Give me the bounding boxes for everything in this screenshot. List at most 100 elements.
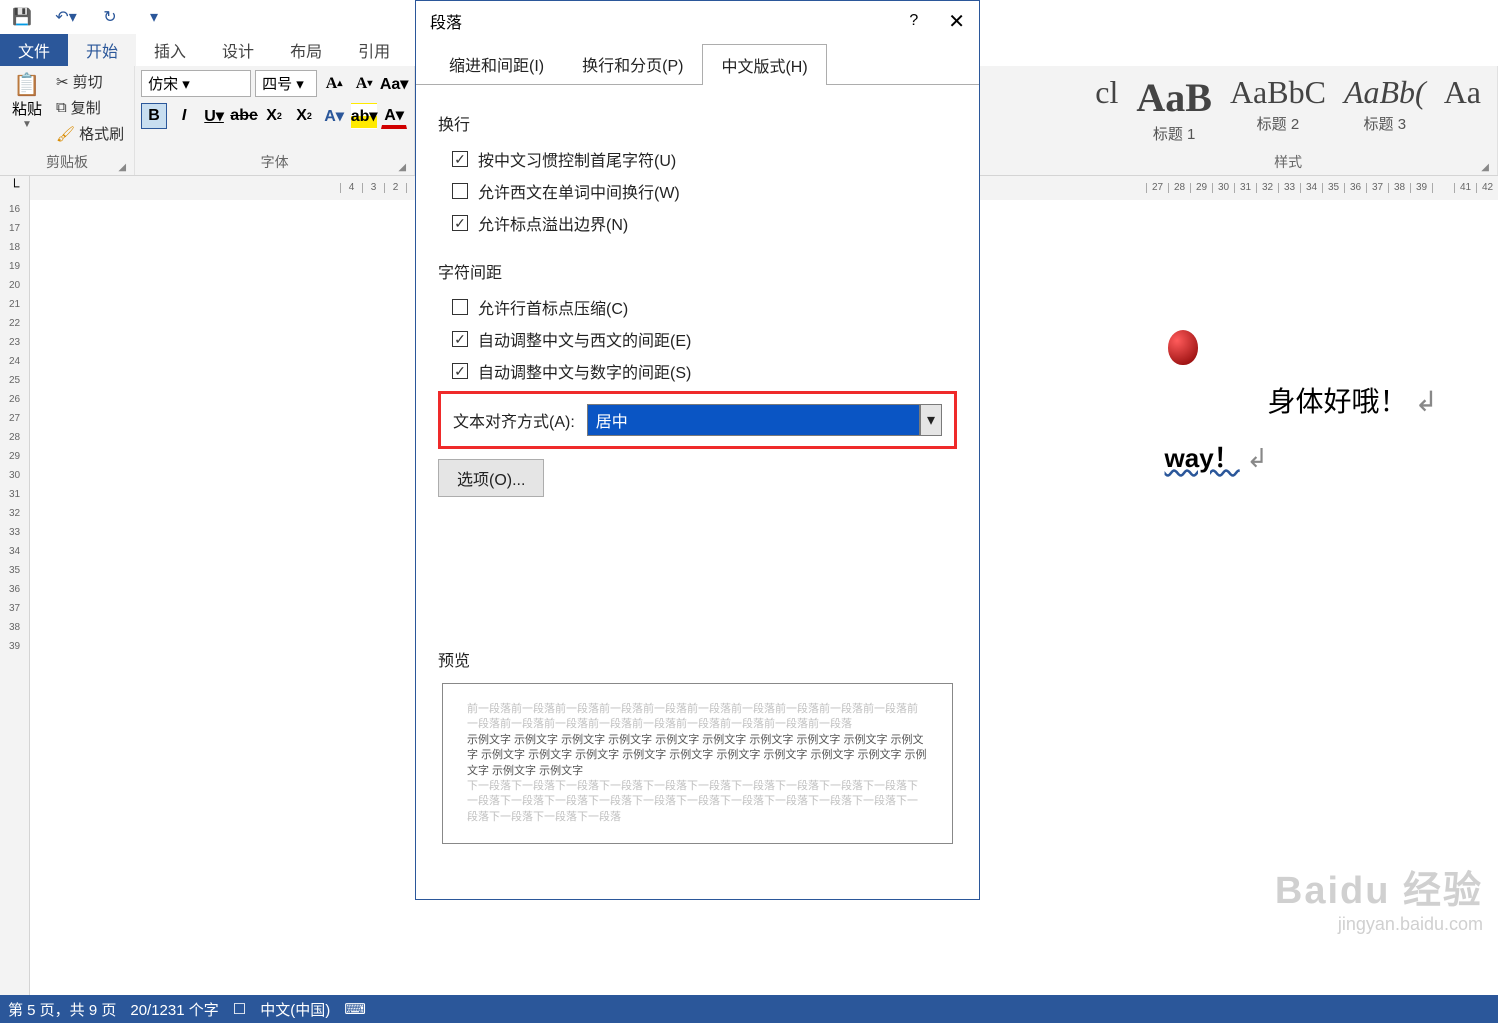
bold-button[interactable]: B [141, 103, 167, 129]
strikethrough-button[interactable]: abe [231, 103, 257, 129]
dialog-launcher-icon[interactable]: ◢ [118, 162, 126, 173]
track-changes-icon[interactable]: ⌨ [344, 1000, 366, 1018]
dialog-titlebar: 段落 ? ✕ [416, 1, 979, 41]
cut-button[interactable]: ✂剪切 [52, 70, 128, 93]
dialog-launcher-icon[interactable]: ◢ [1481, 162, 1489, 173]
close-icon[interactable]: ✕ [948, 9, 965, 34]
clipboard-icon: 📋 [13, 72, 40, 98]
checkbox-label: 自动调整中文与数字的间距(S) [478, 359, 691, 383]
dialog-tabs: 缩进和间距(I) 换行和分页(P) 中文版式(H) [416, 43, 979, 85]
checkbox-icon [452, 183, 468, 199]
checkbox-icon [452, 299, 468, 315]
text-effects-button[interactable]: A▾ [321, 103, 347, 129]
status-language[interactable]: 中文(中国) [260, 999, 330, 1020]
subscript-button[interactable]: X2 [261, 103, 287, 129]
preview-sample: 示例文字 示例文字 示例文字 示例文字 示例文字 示例文字 示例文字 示例文字 … [467, 733, 928, 779]
font-name-select[interactable]: 仿宋 ▾ [141, 70, 251, 97]
dialog-tab-indent[interactable]: 缩进和间距(I) [430, 43, 563, 84]
style-item[interactable]: AaB标题 1 [1136, 74, 1212, 144]
copy-label: 复制 [71, 97, 101, 118]
preview-before: 前一段落前一段落前一段落前一段落前一段落前一段落前一段落前一段落前一段落前一段落… [467, 702, 928, 733]
help-icon[interactable]: ? [909, 12, 918, 30]
highlight-button[interactable]: ab▾ [351, 103, 377, 129]
group-label-styles: 样式◢ [1085, 150, 1491, 175]
status-page[interactable]: 第 5 页，共 9 页 [8, 999, 116, 1020]
text-align-select[interactable]: 居中 ▾ [587, 404, 942, 436]
brush-icon: 🖌 [56, 125, 75, 143]
text-align-label: 文本对齐方式(A): [453, 408, 575, 432]
tab-file[interactable]: 文件 [0, 34, 68, 66]
font-color-button[interactable]: A▾ [381, 103, 407, 129]
checkbox-adjust-cjk-digit[interactable]: ✓ 自动调整中文与数字的间距(S) [452, 359, 957, 383]
shrink-font-button[interactable]: A▾ [351, 71, 377, 97]
font-size-select[interactable]: 四号 ▾ [255, 70, 317, 97]
checkbox-hanging-punct[interactable]: ✓ 按中文习惯控制首尾字符(U) [452, 147, 957, 171]
checkbox-latin-word-wrap[interactable]: 允许西文在单词中间换行(W) [452, 179, 957, 203]
copy-icon: ⧉ [56, 99, 67, 116]
status-bar: 第 5 页，共 9 页 20/1231 个字 ☐ 中文(中国) ⌨ [0, 995, 1498, 1023]
paste-label: 粘贴 [12, 98, 42, 119]
body-text-line1: 身体好哦！ ↲ [1268, 380, 1438, 420]
checkbox-adjust-cjk-latin[interactable]: ✓自动调整中文与西文的间距(E) [452, 327, 957, 351]
group-label-clipboard: 剪贴板◢ [6, 150, 128, 175]
tab-reference[interactable]: 引用 [340, 34, 408, 66]
tab-insert[interactable]: 插入 [136, 34, 204, 66]
group-font: 仿宋 ▾ 四号 ▾ A▴ A▾ Aa▾ B I U▾ abe X2 X2 A▾ … [135, 66, 415, 175]
chevron-down-icon: ▾ [920, 404, 942, 436]
checkbox-label: 允许西文在单词中间换行(W) [478, 179, 680, 203]
proofing-icon[interactable]: ☐ [233, 1000, 246, 1018]
dialog-tab-cjk[interactable]: 中文版式(H) [702, 44, 826, 85]
dialog-tab-pagebreak[interactable]: 换行和分页(P) [563, 43, 702, 84]
style-item[interactable]: cl [1095, 74, 1118, 144]
customize-qat-icon[interactable]: ▾ [144, 7, 164, 27]
checkbox-compress-punct[interactable]: 允许行首标点压缩(C) [452, 295, 957, 319]
format-painter-label: 格式刷 [79, 123, 124, 144]
tab-home[interactable]: 开始 [68, 34, 136, 66]
group-label-font: 字体◢ [141, 150, 408, 175]
save-icon[interactable]: 💾 [12, 7, 32, 27]
status-word-count[interactable]: 20/1231 个字 [130, 999, 218, 1020]
paste-button[interactable]: 📋 粘贴 ▼ [6, 70, 48, 145]
style-item[interactable]: Aa [1444, 74, 1481, 144]
copy-button[interactable]: ⧉复制 [52, 96, 128, 119]
dialog-launcher-icon[interactable]: ◢ [398, 162, 406, 173]
redo-icon[interactable]: ↻ [100, 7, 120, 27]
options-button[interactable]: 选项(O)... [438, 459, 544, 497]
body-text-line2: way！ ↲ [1165, 438, 1268, 475]
vertical-ruler[interactable]: 1617181920212223242526272829303132333435… [0, 200, 30, 995]
scissors-icon: ✂ [56, 73, 69, 91]
checkbox-icon: ✓ [452, 215, 468, 231]
group-clipboard: 📋 粘贴 ▼ ✂剪切 ⧉复制 🖌格式刷 剪贴板◢ [0, 66, 135, 175]
checkbox-punct-overflow[interactable]: ✓ 允许标点溢出边界(N) [452, 211, 957, 235]
section-preview-title: 预览 [438, 647, 957, 671]
superscript-button[interactable]: X2 [291, 103, 317, 129]
checkbox-icon: ✓ [452, 151, 468, 167]
undo-icon[interactable]: ↶▾ [56, 7, 76, 27]
checkbox-label: 允许标点溢出边界(N) [478, 211, 628, 235]
checkbox-icon: ✓ [452, 363, 468, 379]
checkbox-label: 按中文习惯控制首尾字符(U) [478, 147, 676, 171]
format-painter-button[interactable]: 🖌格式刷 [52, 122, 128, 145]
cut-label: 剪切 [73, 71, 103, 92]
select-value: 居中 [587, 404, 920, 436]
tab-layout[interactable]: 布局 [272, 34, 340, 66]
underline-button[interactable]: U▾ [201, 103, 227, 129]
watermark: Baidu 经验 jingyan.baidu.com [1275, 859, 1483, 935]
preview-after: 下一段落下一段落下一段落下一段落下一段落下一段落下一段落下一段落下一段落下一段落… [467, 779, 928, 825]
preview-box: 前一段落前一段落前一段落前一段落前一段落前一段落前一段落前一段落前一段落前一段落… [442, 683, 953, 844]
checkbox-label: 允许行首标点压缩(C) [478, 295, 628, 319]
group-styles: cl AaB标题 1 AaBbC标题 2 AaBb(标题 3 Aa 样式◢ [1079, 66, 1498, 175]
change-case-button[interactable]: Aa▾ [381, 71, 407, 97]
italic-button[interactable]: I [171, 103, 197, 129]
tab-design[interactable]: 设计 [204, 34, 272, 66]
paragraph-dialog: 段落 ? ✕ 缩进和间距(I) 换行和分页(P) 中文版式(H) 换行 ✓ 按中文… [415, 0, 980, 900]
checkbox-icon: ✓ [452, 331, 468, 347]
section-charspacing-title: 字符间距 [438, 259, 957, 283]
chevron-down-icon: ▼ [22, 119, 32, 130]
style-item[interactable]: AaBb(标题 3 [1344, 74, 1426, 144]
dialog-body: 换行 ✓ 按中文习惯控制首尾字符(U) 允许西文在单词中间换行(W) ✓ 允许标点溢… [416, 85, 979, 860]
grow-font-button[interactable]: A▴ [321, 71, 347, 97]
section-linebreak-title: 换行 [438, 111, 957, 135]
tab-stop-icon[interactable]: └ [0, 176, 30, 200]
style-item[interactable]: AaBbC标题 2 [1230, 74, 1326, 144]
